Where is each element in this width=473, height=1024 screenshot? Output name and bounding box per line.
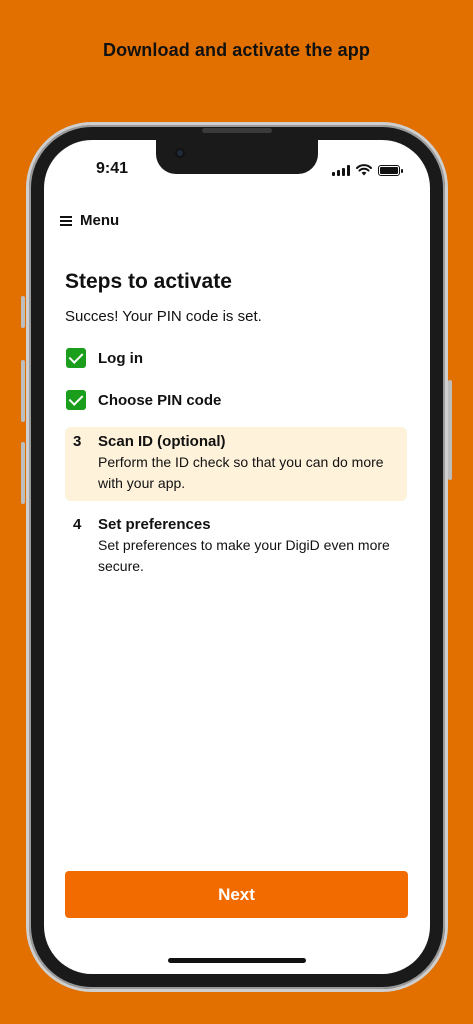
checkmark-icon — [66, 348, 86, 368]
step-set-preferences: 4 Set preferences Set preferences to mak… — [65, 516, 407, 577]
step-number: 3 — [73, 433, 82, 450]
phone-speaker — [202, 128, 272, 133]
hamburger-icon — [60, 215, 72, 226]
step-log-in: Log in — [65, 346, 407, 370]
status-time: 9:41 — [96, 160, 129, 177]
phone-silent-switch — [21, 296, 25, 328]
step-title: Choose PIN code — [98, 391, 222, 409]
phone-screen: 9:41 Menu Steps to activate Succes! Your… — [44, 140, 430, 974]
menu-label: Menu — [80, 212, 120, 229]
step-scan-id: 3 Scan ID (optional) Perform the ID chec… — [65, 427, 407, 501]
step-title: Scan ID (optional) — [98, 433, 226, 450]
status-icons — [332, 164, 403, 176]
success-message: Succes! Your PIN code is set. — [65, 308, 262, 325]
promo-title: Download and activate the app — [103, 40, 370, 60]
home-indicator[interactable] — [168, 958, 306, 963]
step-description: Perform the ID check so that you can do … — [98, 454, 384, 491]
step-choose-pin: Choose PIN code — [65, 388, 407, 412]
step-title: Set preferences — [98, 516, 211, 533]
phone-power-button — [448, 380, 452, 480]
step-description: Set preferences to make your DigiD even … — [98, 537, 390, 574]
step-number: 4 — [73, 516, 82, 533]
wifi-icon — [356, 164, 372, 176]
step-title: Log in — [98, 349, 143, 367]
menu-button[interactable]: Menu — [60, 212, 119, 229]
battery-icon — [378, 165, 403, 176]
page-title: Steps to activate — [65, 270, 232, 293]
signal-icon — [332, 165, 350, 176]
front-camera-icon — [175, 148, 185, 158]
checkmark-icon — [66, 390, 86, 410]
phone-volume-down-button — [21, 442, 25, 504]
phone-volume-up-button — [21, 360, 25, 422]
next-button[interactable]: Next — [65, 871, 408, 918]
